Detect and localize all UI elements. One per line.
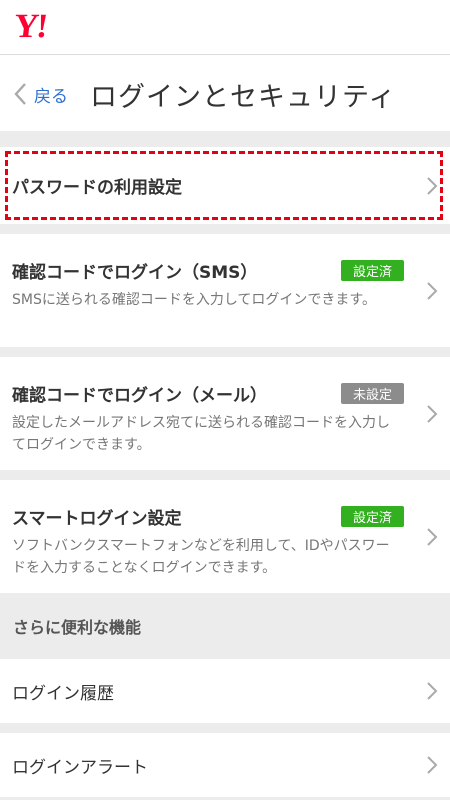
divider [0,347,450,357]
status-badge: 設定済 [340,260,404,281]
page-header: 戻る ログインとセキュリティ [0,55,450,131]
login-alert-item[interactable]: ログインアラート [0,733,450,797]
password-settings-item[interactable]: パスワードの利用設定 [0,147,450,224]
item-title: パスワードの利用設定 [12,178,182,198]
chevron-right-icon [427,682,438,700]
yahoo-logo[interactable]: Y! [12,8,48,45]
divider [0,723,450,733]
top-bar: Y! [0,0,450,55]
item-title: 確認コードでログイン（メール） [12,386,267,406]
item-description: SMSに送られる確認コードを入力してログインできます。 [12,292,377,308]
status-badge: 設定済 [340,506,404,527]
chevron-right-icon [427,281,438,300]
section-heading: さらに便利な機能 [0,593,450,659]
item-description: ソフトバンクスマートフォンなどを利用して、IDやパスワードを入力することなくログ… [12,538,390,576]
chevron-right-icon [427,756,438,774]
chevron-right-icon [427,404,438,423]
divider [0,224,450,234]
chevron-left-icon [14,83,26,105]
item-title: 確認コードでログイン（SMS） [12,263,258,283]
chevron-right-icon [427,527,438,546]
back-label: 戻る [34,86,68,107]
divider [0,470,450,480]
page-title: ログインとセキュリティ [90,82,397,113]
sms-code-login-item[interactable]: 確認コードでログイン（SMS） 設定済 SMSに送られる確認コードを入力してログ… [0,234,450,347]
back-button[interactable]: 戻る [12,81,68,107]
item-title: ログインアラート [12,757,148,778]
login-history-item[interactable]: ログイン履歴 [0,659,450,723]
item-description: 設定したメールアドレス宛てに送られる確認コードを入力してログインできます。 [12,415,390,453]
item-title: ログイン履歴 [12,683,114,704]
chevron-right-icon [427,176,438,195]
email-code-login-item[interactable]: 確認コードでログイン（メール） 未設定 設定したメールアドレス宛てに送られる確認… [0,357,450,470]
item-title: スマートログイン設定 [12,509,182,529]
status-badge: 未設定 [340,383,404,404]
smart-login-item[interactable]: スマートログイン設定 設定済 ソフトバンクスマートフォンなどを利用して、IDやパ… [0,480,450,593]
